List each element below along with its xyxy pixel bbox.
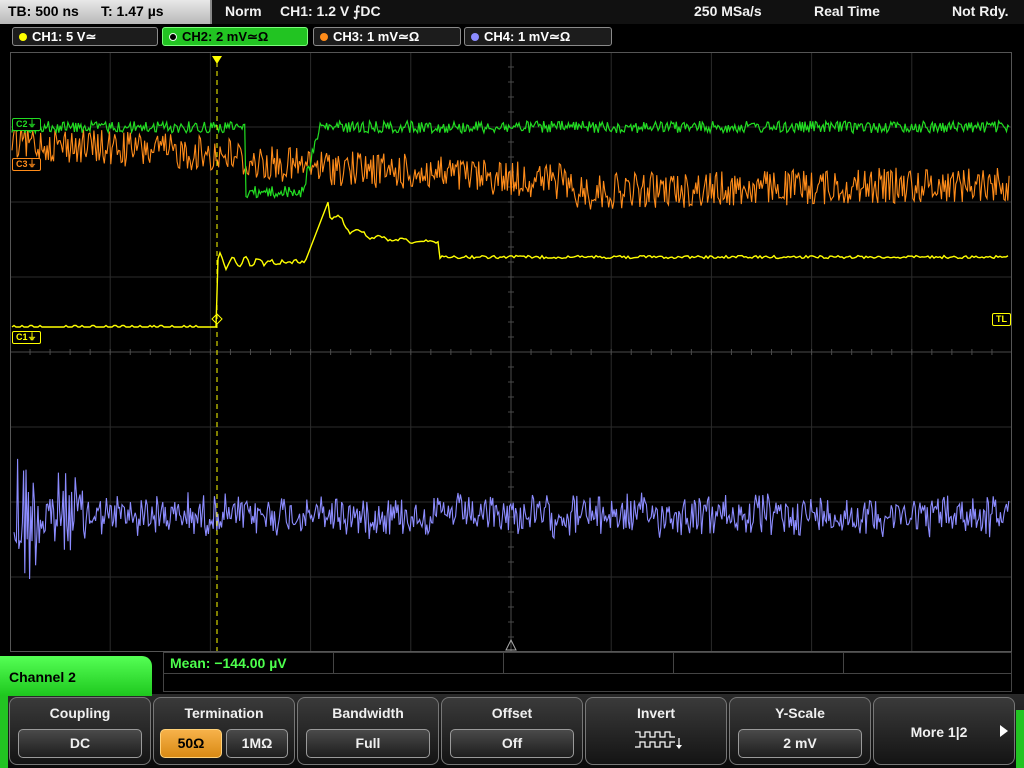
termination-label: Termination <box>184 705 264 721</box>
waveform-canvas <box>10 52 1012 652</box>
ch3-ground-marker[interactable]: C3⏚ <box>12 158 41 171</box>
status-bar: TB: 500 ns T: 1.47 µs Norm CH1: 1.2 V ⨍D… <box>0 0 1024 24</box>
coupling-softkey[interactable]: Coupling DC <box>9 697 151 765</box>
ch1-label: CH1: 5 V≃ <box>32 29 97 44</box>
offset-label: Offset <box>491 705 533 721</box>
trigger-mode[interactable]: Norm <box>225 3 262 19</box>
coupling-label: Coupling <box>49 705 111 721</box>
inverted-pulse-icon <box>635 731 682 749</box>
measurement-panel: Mean: −144.00 µV <box>163 652 1012 692</box>
menu-title: Channel 2 <box>0 656 152 696</box>
trigger-level-marker[interactable]: TL <box>992 313 1011 326</box>
trigger-status: Not Rdy. <box>952 3 1009 19</box>
coupling-value[interactable]: DC <box>18 729 142 758</box>
timebase-box[interactable]: TB: 500 ns T: 1.47 µs <box>0 0 212 24</box>
mean-measurement: Mean: −144.00 µV <box>170 655 287 671</box>
trigger-position-icon[interactable] <box>212 56 222 64</box>
trigger-time-readout: T: 1.47 µs <box>101 3 164 19</box>
chevron-right-icon <box>1000 725 1008 737</box>
ch2-dot-icon <box>169 33 177 41</box>
ch2-ground-marker[interactable]: C2⏚ <box>12 118 41 131</box>
yscale-softkey[interactable]: Y-Scale 2 mV <box>729 697 871 765</box>
yscale-value[interactable]: 2 mV <box>738 729 862 758</box>
more-softkey[interactable]: More 1|2 <box>873 697 1015 765</box>
termination-50ohm-option[interactable]: 50Ω <box>160 729 222 758</box>
ch4-dot-icon <box>471 33 479 41</box>
bandwidth-value[interactable]: Full <box>306 729 430 758</box>
ch1-dot-icon <box>19 33 27 41</box>
bandwidth-softkey[interactable]: Bandwidth Full <box>297 697 439 765</box>
ch3-label: CH3: 1 mV≃Ω <box>333 29 420 44</box>
trigger-source[interactable]: CH1: 1.2 V ⨍DC <box>280 3 381 20</box>
ch1-ground-marker[interactable]: C1⏚ <box>12 331 41 344</box>
channel-tab-ch3[interactable]: CH3: 1 mV≃Ω <box>313 27 461 46</box>
channel-tab-ch2[interactable]: CH2: 2 mV≃Ω <box>162 27 308 46</box>
offset-softkey[interactable]: Offset Off <box>441 697 583 765</box>
yscale-label: Y-Scale <box>775 705 825 721</box>
termination-1mohm-option[interactable]: 1MΩ <box>226 729 288 758</box>
timebase-readout: TB: 500 ns <box>8 3 79 19</box>
channel-bar: CH1: 5 V≃ CH2: 2 mV≃Ω CH3: 1 mV≃Ω CH4: 1… <box>0 26 1024 48</box>
channel-tab-ch1[interactable]: CH1: 5 V≃ <box>12 27 158 46</box>
sample-rate: 250 MSa/s <box>694 3 762 19</box>
invert-label: Invert <box>636 705 676 721</box>
bandwidth-label: Bandwidth <box>332 705 404 721</box>
ch3-dot-icon <box>320 33 328 41</box>
channel-tab-ch4[interactable]: CH4: 1 mV≃Ω <box>464 27 612 46</box>
more-label: More 1|2 <box>910 724 968 740</box>
invert-softkey[interactable]: Invert <box>585 697 727 765</box>
termination-softkey[interactable]: Termination 50Ω 1MΩ <box>153 697 295 765</box>
ch4-label: CH4: 1 mV≃Ω <box>484 29 571 44</box>
offset-value[interactable]: Off <box>450 729 574 758</box>
ch2-label: CH2: 2 mV≃Ω <box>182 29 269 44</box>
acquisition-mode: Real Time <box>814 3 880 19</box>
